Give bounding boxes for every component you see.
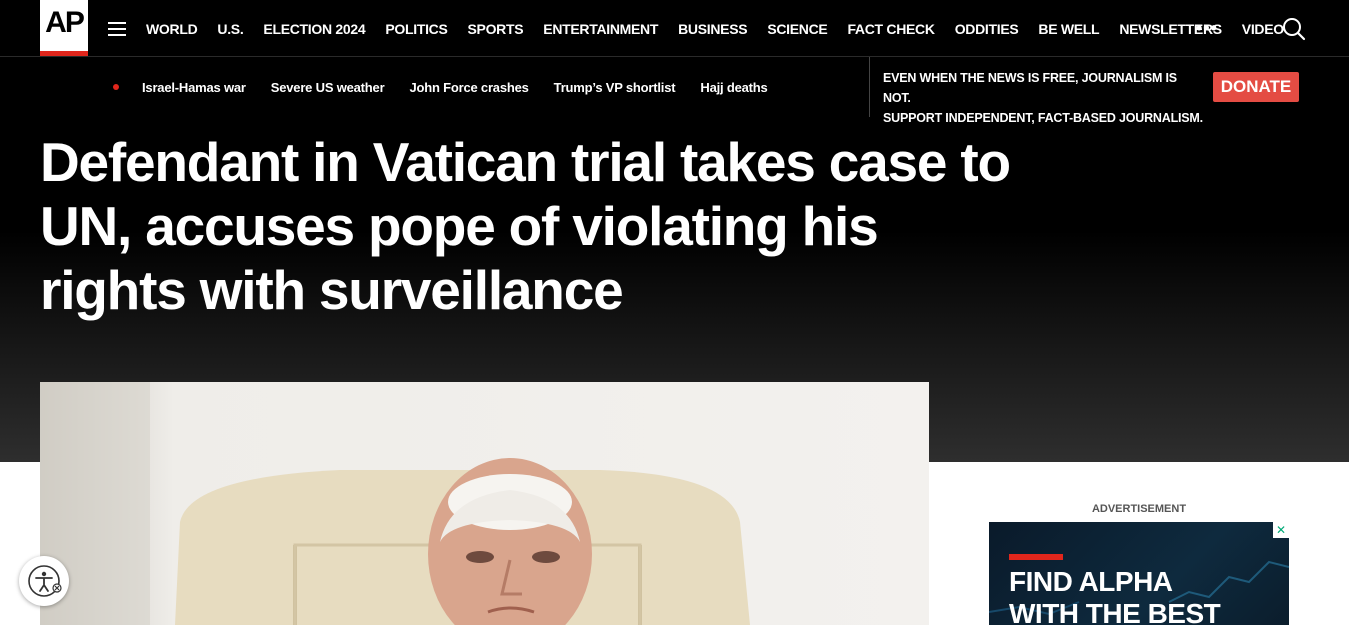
main-nav: WORLD U.S. ELECTION 2024 POLITICS SPORTS… — [146, 0, 1284, 57]
trending-topics: Israel-Hamas war Severe US weather John … — [142, 57, 768, 117]
nav-us[interactable]: U.S. — [217, 21, 243, 37]
header-divider — [869, 57, 870, 117]
trending-israel-hamas[interactable]: Israel-Hamas war — [142, 80, 246, 95]
search-icon[interactable] — [1282, 17, 1306, 41]
ad-close-icon[interactable]: ✕ — [1273, 522, 1289, 538]
ap-logo[interactable]: AP — [40, 0, 88, 56]
nav-business[interactable]: BUSINESS — [678, 21, 747, 37]
article-hero-image[interactable] — [40, 382, 929, 625]
trending-vp-shortlist[interactable]: Trump’s VP shortlist — [554, 80, 676, 95]
advertisement-label: ADVERTISEMENT — [1091, 503, 1187, 515]
ad-red-bar — [1009, 554, 1063, 560]
nav-video[interactable]: VIDEO — [1242, 21, 1284, 37]
more-menu-icon[interactable]: ••• — [1196, 18, 1218, 39]
advertisement-banner[interactable]: FIND ALPHA WITH THE BEST ✕ — [989, 522, 1289, 625]
top-navigation: AP WORLD U.S. ELECTION 2024 POLITICS SPO… — [0, 0, 1349, 57]
ad-headline-2: WITH THE BEST — [1009, 598, 1221, 625]
trending-john-force[interactable]: John Force crashes — [409, 80, 528, 95]
article-headline: Defendant in Vatican trial takes case to… — [40, 131, 1011, 321]
menu-icon[interactable] — [108, 22, 126, 36]
logo-text: AP — [45, 6, 85, 39]
trending-dot — [113, 84, 119, 90]
donate-button[interactable]: DONATE — [1213, 72, 1299, 102]
nav-entertainment[interactable]: ENTERTAINMENT — [543, 21, 658, 37]
nav-election-2024[interactable]: ELECTION 2024 — [263, 21, 365, 37]
nav-fact-check[interactable]: FACT CHECK — [847, 21, 935, 37]
donation-promo: EVEN WHEN THE NEWS IS FREE, JOURNALISM I… — [883, 68, 1203, 128]
nav-sports[interactable]: SPORTS — [468, 21, 524, 37]
nav-politics[interactable]: POLITICS — [385, 21, 447, 37]
trending-severe-weather[interactable]: Severe US weather — [271, 80, 385, 95]
ad-headline-1: FIND ALPHA — [1009, 566, 1173, 597]
nav-science[interactable]: SCIENCE — [767, 21, 827, 37]
trending-hajj-deaths[interactable]: Hajj deaths — [700, 80, 767, 95]
logo-red-bar — [40, 51, 88, 56]
promo-line-1: EVEN WHEN THE NEWS IS FREE, JOURNALISM I… — [883, 71, 1177, 105]
nav-oddities[interactable]: ODDITIES — [955, 21, 1019, 37]
nav-world[interactable]: WORLD — [146, 21, 198, 37]
accessibility-button[interactable] — [19, 556, 69, 606]
nav-be-well[interactable]: BE WELL — [1038, 21, 1099, 37]
pope-photo — [40, 382, 929, 625]
accessibility-icon — [28, 565, 62, 597]
promo-line-2: SUPPORT INDEPENDENT, FACT-BASED JOURNALI… — [883, 111, 1203, 125]
